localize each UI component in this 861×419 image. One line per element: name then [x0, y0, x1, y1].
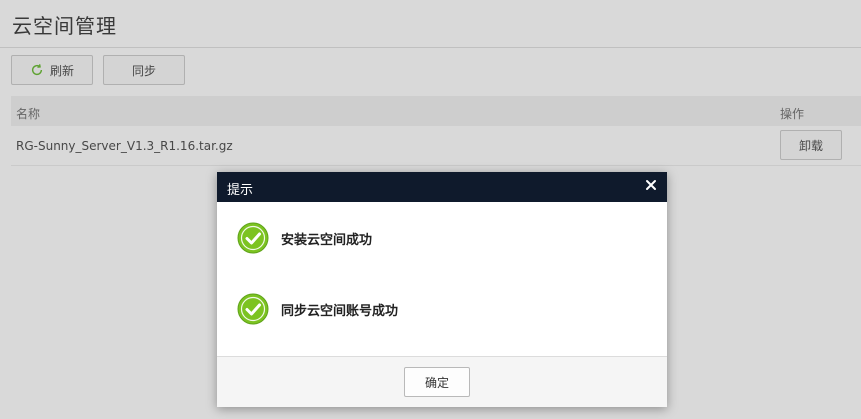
dialog-footer: 确定: [217, 356, 667, 407]
success-check-icon: [237, 222, 269, 254]
cloud-space-management-page: 云空间管理 刷新 同步 名称 操作 RG-Sunny_Server_V1.3_R…: [0, 0, 861, 419]
dialog-header: 提示: [217, 172, 667, 202]
message-text: 同步云空间账号成功: [281, 303, 399, 319]
message-sync-success: 同步云空间账号成功: [237, 293, 398, 325]
success-check-icon: [237, 293, 269, 325]
message-install-success: 安装云空间成功: [237, 222, 372, 254]
close-icon[interactable]: [643, 177, 659, 193]
notice-dialog: 提示 安装云空间成功 同步云空间账号成功 确定: [217, 172, 667, 407]
dialog-title: 提示: [227, 183, 254, 198]
message-text: 安装云空间成功: [281, 232, 373, 248]
ok-button[interactable]: 确定: [404, 367, 470, 397]
